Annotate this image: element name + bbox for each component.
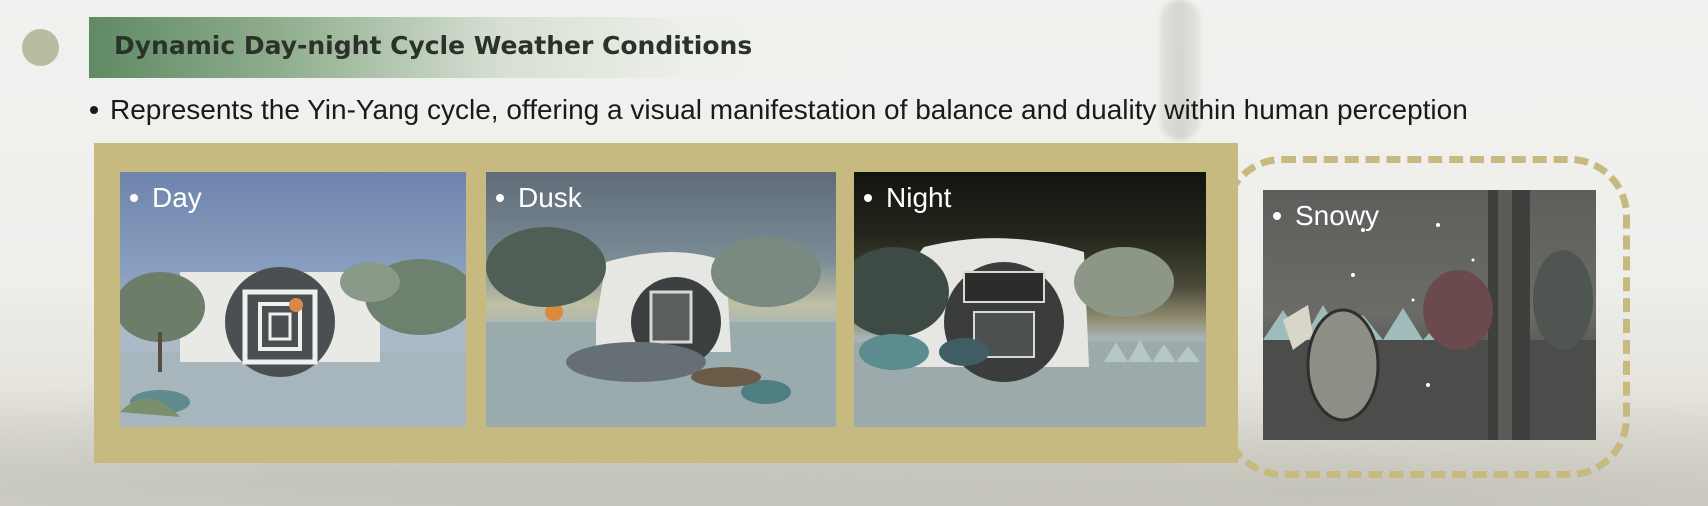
label-bullet xyxy=(1273,211,1281,220)
thumbnail-night: Night xyxy=(854,172,1206,427)
thumbnail-snowy: Snowy xyxy=(1263,190,1596,440)
thumbnail-day: Day xyxy=(120,172,466,427)
thumbnail-label: Snowy xyxy=(1273,200,1379,232)
label-bullet xyxy=(130,193,138,202)
slide-title: Dynamic Day-night Cycle Weather Conditio… xyxy=(114,31,753,60)
label-bullet xyxy=(864,193,872,202)
thumbnail-label: Dusk xyxy=(496,182,582,214)
thumbnail-dusk: Dusk xyxy=(486,172,836,427)
thumbnail-label: Night xyxy=(864,182,951,214)
bullet-point: Represents the Yin-Yang cycle, offering … xyxy=(88,94,1468,126)
bullet-dot xyxy=(90,105,98,114)
bullet-text: Represents the Yin-Yang cycle, offering … xyxy=(110,94,1468,125)
thumbnail-label: Day xyxy=(130,182,202,214)
decorative-circle xyxy=(22,29,59,66)
label-bullet xyxy=(496,193,504,202)
